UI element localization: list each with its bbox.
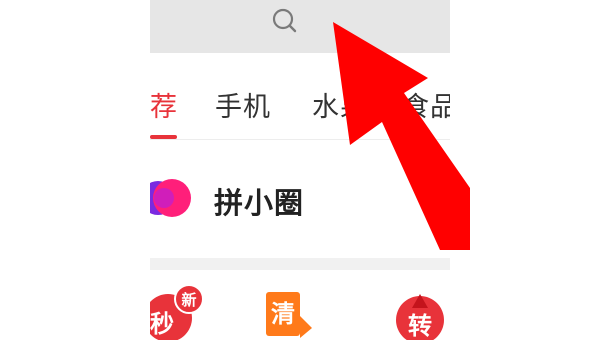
shortcut-row: 秒 新 清 转 <box>150 270 450 340</box>
spin-wheel-text: 转 <box>408 312 432 340</box>
pinxiaoquan-label: 拼小圈 <box>214 186 305 220</box>
tab-phone[interactable]: 手机 <box>215 85 271 124</box>
category-tabs: 荐 手机 水果 食品 <box>150 53 450 139</box>
phone-screen: 荐 手机 水果 食品 拼小圈 秒 新 清 转 <box>150 0 450 340</box>
tab-fruit[interactable]: 水果 <box>312 85 368 124</box>
pinxiaoquan-logo <box>150 179 191 217</box>
tab-food[interactable]: 食品 <box>402 85 450 124</box>
flash-sale-shortcut[interactable]: 秒 新 <box>150 284 204 340</box>
flash-sale-text: 秒 <box>150 310 174 338</box>
spin-wheel-shortcut[interactable]: 转 <box>394 290 446 340</box>
clearance-text: 清 <box>271 300 295 328</box>
section-gap <box>150 258 450 270</box>
search-icon[interactable] <box>270 6 298 34</box>
clearance-shortcut[interactable]: 清 <box>262 290 314 340</box>
tab-recommend[interactable]: 荐 <box>150 85 178 124</box>
new-badge: 新 <box>174 284 204 314</box>
pinxiaoquan-entry[interactable]: 拼小圈 <box>150 140 450 258</box>
search-bar[interactable] <box>150 0 450 53</box>
